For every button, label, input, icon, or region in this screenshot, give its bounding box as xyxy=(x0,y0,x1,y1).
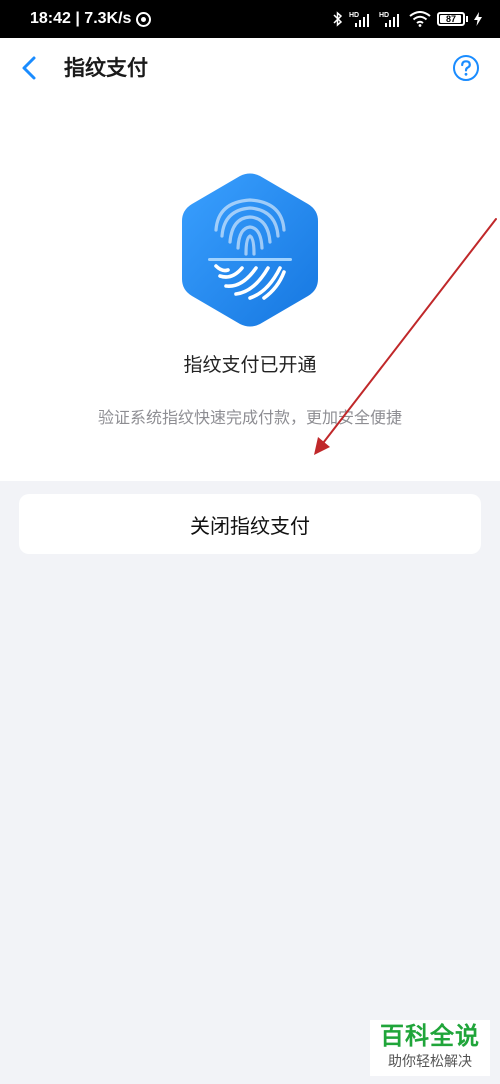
watermark-subtitle: 助你轻松解决 xyxy=(388,1054,472,1070)
wifi-icon xyxy=(409,11,431,27)
help-icon[interactable] xyxy=(452,54,480,82)
watermark-logo: 百科全说 助你轻松解决 xyxy=(370,1020,490,1076)
svg-text:HD: HD xyxy=(379,12,389,19)
watermark-title: 百科全说 xyxy=(380,1022,480,1050)
status-time-speed: 18:42 | 7.3K/s xyxy=(30,10,132,27)
svg-text:HD: HD xyxy=(349,12,359,19)
status-time-speed-group: 18:42 | 7.3K/s xyxy=(30,0,152,38)
fingerprint-icon xyxy=(182,173,318,327)
status-bar: 18:42 | 7.3K/s HD HD 87 xyxy=(0,0,500,38)
vpn-icon xyxy=(136,11,152,27)
charging-icon xyxy=(474,12,482,26)
annotation-arrow-icon xyxy=(314,218,497,455)
nav-bar: 指纹支付 xyxy=(0,38,500,98)
bluetooth-icon xyxy=(333,11,343,27)
battery-level: 87 xyxy=(445,14,456,24)
signal-hd-icon: HD xyxy=(349,12,369,27)
signal-hd-icon-2: HD xyxy=(379,12,399,27)
page-title: 指纹支付 xyxy=(64,56,148,80)
close-fingerprint-pay-button[interactable]: 关闭指纹支付 xyxy=(19,494,481,554)
status-icons: HD HD 87 xyxy=(333,0,482,38)
battery-icon: 87 xyxy=(437,12,468,26)
back-button[interactable] xyxy=(14,52,46,84)
